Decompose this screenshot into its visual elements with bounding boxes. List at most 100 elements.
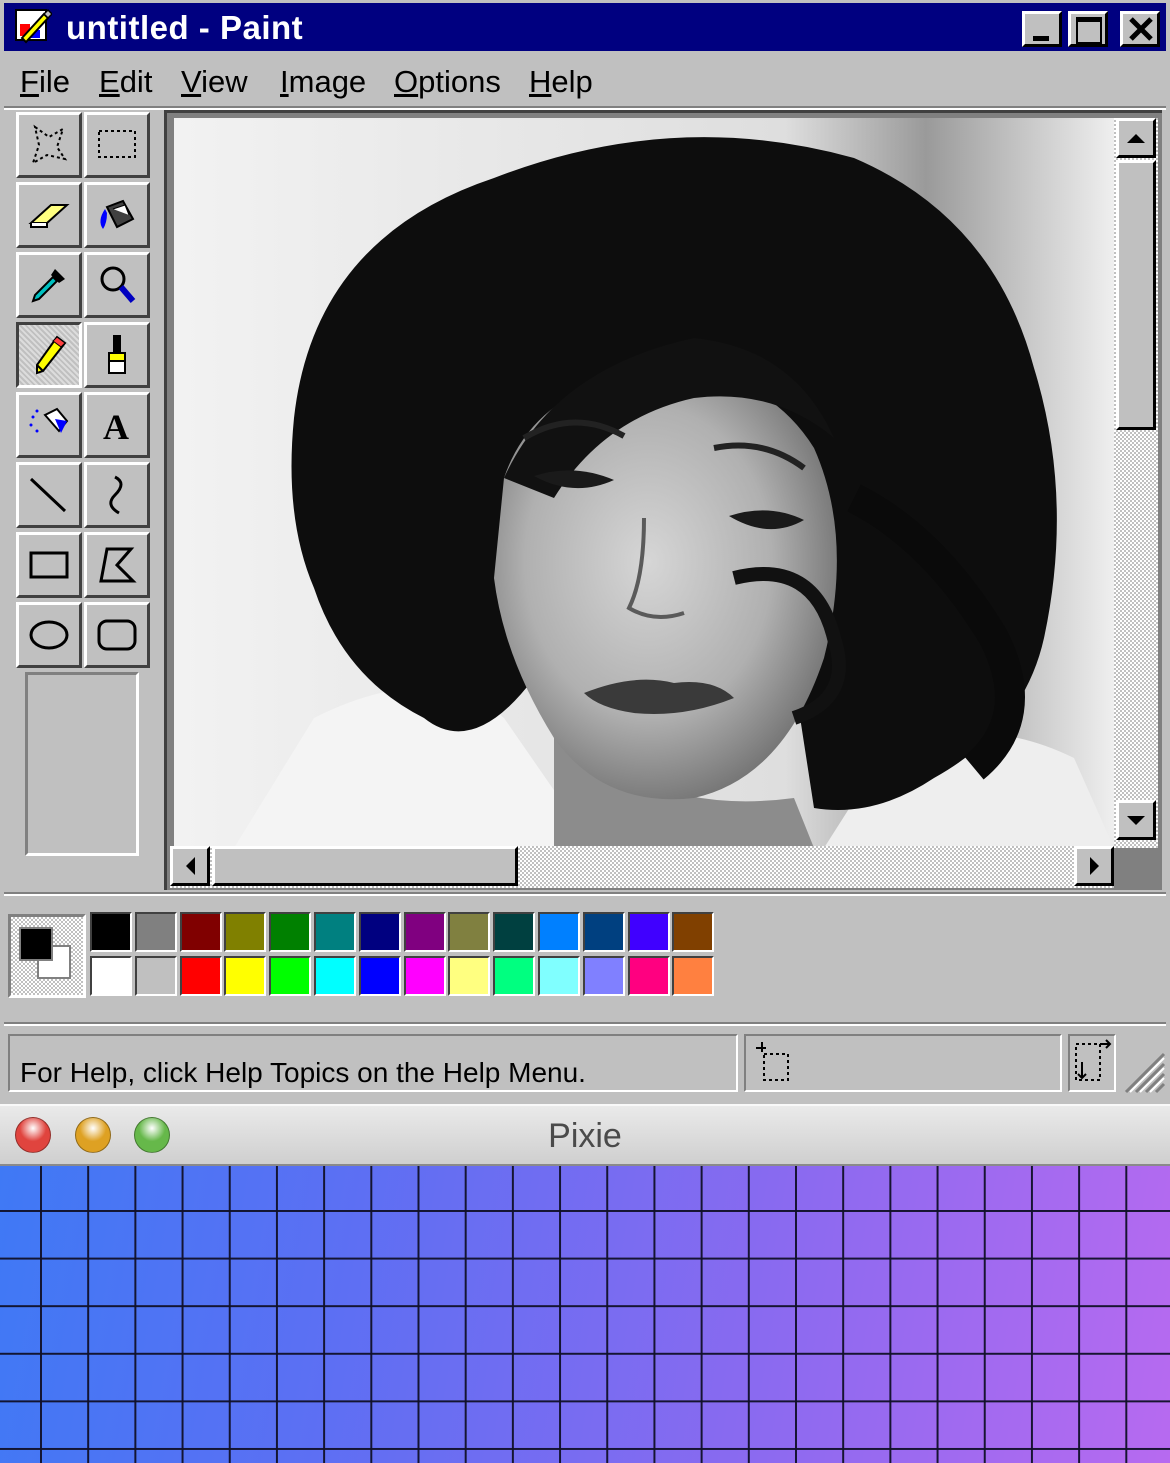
curve-icon xyxy=(109,475,123,515)
maximize-icon xyxy=(1076,17,1102,44)
palette-swatch[interactable] xyxy=(493,912,536,952)
window-title: untitled - Paint xyxy=(66,9,304,46)
palette-swatch[interactable] xyxy=(134,956,177,996)
drawing-canvas[interactable] xyxy=(174,118,1114,848)
menu-edit[interactable]: Edit xyxy=(99,64,152,100)
arrow-left-icon xyxy=(186,857,195,875)
tool-fill[interactable] xyxy=(84,182,150,248)
paint-window: untitled - Paint File Edit View Image Op… xyxy=(0,0,1170,1100)
palette-divider xyxy=(4,892,1166,896)
palette-swatch[interactable] xyxy=(134,912,177,952)
menu-file[interactable]: File xyxy=(20,64,70,100)
palette-swatch[interactable] xyxy=(538,956,580,996)
tool-polygon[interactable] xyxy=(84,532,150,598)
tool-airbrush[interactable] xyxy=(16,392,82,458)
svg-text:A: A xyxy=(103,407,129,447)
maximize-button[interactable] xyxy=(1068,11,1108,47)
palette-swatch[interactable] xyxy=(627,912,670,952)
palette-swatch[interactable] xyxy=(358,956,401,996)
free-form-select-icon xyxy=(31,124,68,166)
color-picker-icon xyxy=(31,269,65,303)
menu-help[interactable]: Help xyxy=(529,64,593,100)
rectangle-select-icon xyxy=(98,130,136,158)
arrow-right-icon xyxy=(1090,857,1099,875)
palette-swatch[interactable] xyxy=(314,912,356,952)
menu-bar: File Edit View Image Options Help xyxy=(4,56,1166,104)
current-colors[interactable] xyxy=(8,914,86,998)
portrait-photo xyxy=(174,118,1114,848)
tool-text[interactable]: A xyxy=(84,392,150,458)
paint-app-icon[interactable] xyxy=(14,8,52,46)
resize-grip-icon[interactable] xyxy=(1120,1048,1166,1094)
selection-size-icon xyxy=(1075,1039,1112,1081)
status-position-pane xyxy=(744,1034,1062,1092)
eraser-icon xyxy=(28,204,70,228)
scroll-left-button[interactable] xyxy=(170,846,210,886)
palette-swatch[interactable] xyxy=(179,912,222,952)
palette-swatch[interactable] xyxy=(672,956,715,996)
palette-swatch[interactable] xyxy=(314,956,356,996)
status-text: For Help, click Help Topics on the Help … xyxy=(20,1057,586,1088)
tool-options-panel[interactable] xyxy=(25,672,139,856)
toolbox: A xyxy=(12,108,158,668)
palette-swatch[interactable] xyxy=(179,956,222,996)
tool-eraser[interactable] xyxy=(16,182,82,248)
title-bar[interactable]: untitled - Paint xyxy=(4,3,1166,51)
palette-swatch[interactable] xyxy=(90,956,132,996)
close-button[interactable] xyxy=(1120,11,1160,47)
palette-swatch[interactable] xyxy=(672,912,715,952)
tool-rounded-rectangle[interactable] xyxy=(84,602,150,668)
minimize-icon xyxy=(1033,36,1049,41)
palette-swatch[interactable] xyxy=(269,912,312,952)
menu-view[interactable]: View xyxy=(181,64,248,100)
status-size-pane xyxy=(1068,1034,1116,1092)
palette-swatch[interactable] xyxy=(403,912,446,952)
tool-magnifier[interactable] xyxy=(84,252,150,318)
scroll-right-button[interactable] xyxy=(1074,846,1114,886)
scroll-up-button[interactable] xyxy=(1116,118,1156,158)
palette-swatch[interactable] xyxy=(582,912,625,952)
close-icon xyxy=(1129,17,1153,41)
palette-swatch[interactable] xyxy=(224,912,267,952)
palette-swatch[interactable] xyxy=(538,912,580,952)
tool-color-picker[interactable] xyxy=(16,252,82,318)
horizontal-scroll-thumb[interactable] xyxy=(212,846,518,886)
pencil-icon xyxy=(36,335,67,375)
pixie-magnified-grid xyxy=(0,1166,1170,1463)
minimize-button[interactable] xyxy=(1022,11,1062,47)
fill-bucket-icon xyxy=(100,199,135,229)
tool-brush[interactable] xyxy=(84,322,150,388)
palette-swatch[interactable] xyxy=(582,956,625,996)
tool-line[interactable] xyxy=(16,462,82,528)
magnifier-icon xyxy=(100,266,136,303)
brush-icon xyxy=(108,335,126,374)
scroll-down-button[interactable] xyxy=(1116,800,1156,840)
rounded-rectangle-icon xyxy=(97,619,137,651)
tool-select[interactable] xyxy=(84,112,150,178)
tool-rectangle[interactable] xyxy=(16,532,82,598)
palette-swatch[interactable] xyxy=(358,912,401,952)
palette-swatch[interactable] xyxy=(627,956,670,996)
rectangle-icon xyxy=(29,551,69,579)
palette-swatch[interactable] xyxy=(448,912,491,952)
cursor-position-icon xyxy=(756,1042,789,1081)
text-icon: A xyxy=(103,407,129,447)
menu-image[interactable]: Image xyxy=(280,64,366,100)
foreground-color-swatch[interactable] xyxy=(19,927,53,961)
palette-swatch[interactable] xyxy=(224,956,267,996)
tool-curve[interactable] xyxy=(84,462,150,528)
vertical-scroll-thumb[interactable] xyxy=(1116,160,1156,430)
menu-options[interactable]: Options xyxy=(394,64,501,100)
status-divider xyxy=(4,1022,1166,1026)
palette-swatch[interactable] xyxy=(90,912,132,952)
palette-swatch[interactable] xyxy=(403,956,446,996)
palette-swatch[interactable] xyxy=(448,956,491,996)
tool-free-form-select[interactable] xyxy=(16,112,82,178)
tool-pencil[interactable] xyxy=(16,322,82,388)
palette-swatch[interactable] xyxy=(269,956,312,996)
tool-ellipse[interactable] xyxy=(16,602,82,668)
color-palette xyxy=(90,912,718,1000)
palette-swatch[interactable] xyxy=(493,956,536,996)
arrow-down-icon xyxy=(1127,816,1145,825)
pixie-window-title: Pixie xyxy=(548,1117,622,1155)
